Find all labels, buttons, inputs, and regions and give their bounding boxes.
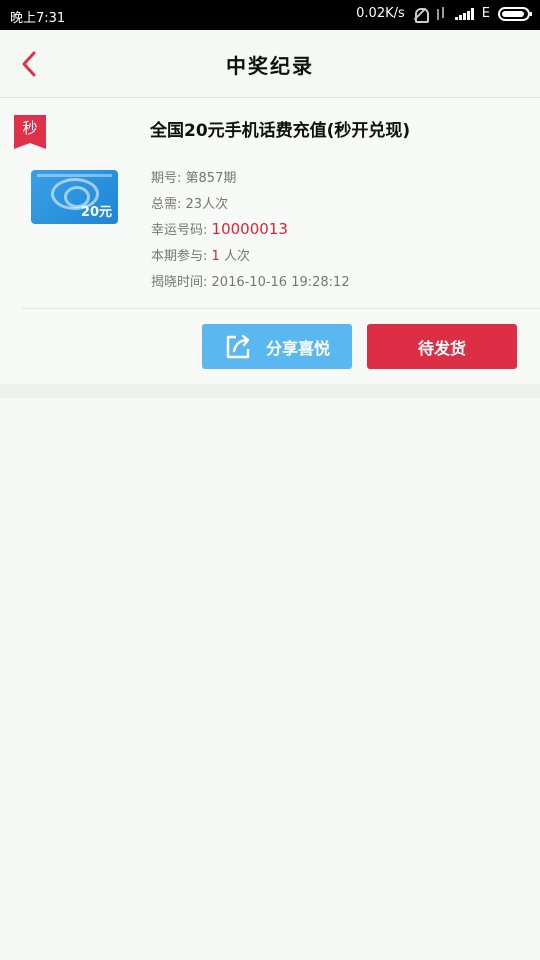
app-header: 中奖纪录 [0,30,540,98]
joined-label: 本期参与: [151,249,208,264]
total-label: 总需: [151,197,182,212]
period-row: 期号: 第857期 [151,167,350,193]
joined-unit: 人次 [223,249,250,264]
seckill-badge: 秒 [14,115,46,149]
period-label: 期号: [151,171,182,186]
reveal-time: 2016-10-16 19:28:12 [211,275,350,290]
mute-bell-icon [413,7,429,23]
share-icon [226,334,250,358]
share-label: 分享喜悦 [265,338,330,358]
joined-count: 1 [211,249,220,264]
lucky-row: 幸运号码: 10000013 [151,219,350,245]
status-right: 0.02K/s E [356,6,532,23]
prize-card-image: 20元 [31,170,118,224]
data-transfer-icon [435,6,447,21]
reveal-label: 揭晓时间: [151,275,208,290]
status-time: 晚上7:31 [10,11,66,26]
section-gap [0,384,540,398]
lucky-number: 10000013 [211,220,288,238]
prize-title: 全国20元手机话费充值(秒开兑现) [150,121,411,141]
joined-row: 本期参与: 1 人次 [151,245,350,271]
record-info: 期号: 第857期 总需: 23人次 幸运号码: 10000013 本期参与: … [151,167,350,297]
card-divider [22,308,540,309]
page-title: 中奖纪录 [226,54,314,78]
status-label: 待发货 [417,338,466,358]
network-speed: 0.02K/s [356,6,405,21]
total-row: 总需: 23人次 [151,193,350,219]
network-type: E [481,6,490,21]
pending-shipment-button[interactable]: 待发货 [367,324,517,369]
signal-icon [454,7,474,20]
total-value: 23人次 [185,197,229,212]
status-bar: 晚上7:31 0.02K/s E [0,0,540,30]
card-stripe [37,174,112,177]
lucky-label: 幸运号码: [151,223,208,238]
period-value: 第857期 [185,171,237,186]
win-record-card[interactable]: 秒 全国20元手机话费充值(秒开兑现) 20元 期号: 第857期 总需: 23… [0,99,540,384]
battery-icon [498,6,532,21]
share-joy-button[interactable]: 分享喜悦 [202,324,352,369]
card-value: 20元 [80,205,112,220]
reveal-row: 揭晓时间: 2016-10-16 19:28:12 [151,271,350,297]
